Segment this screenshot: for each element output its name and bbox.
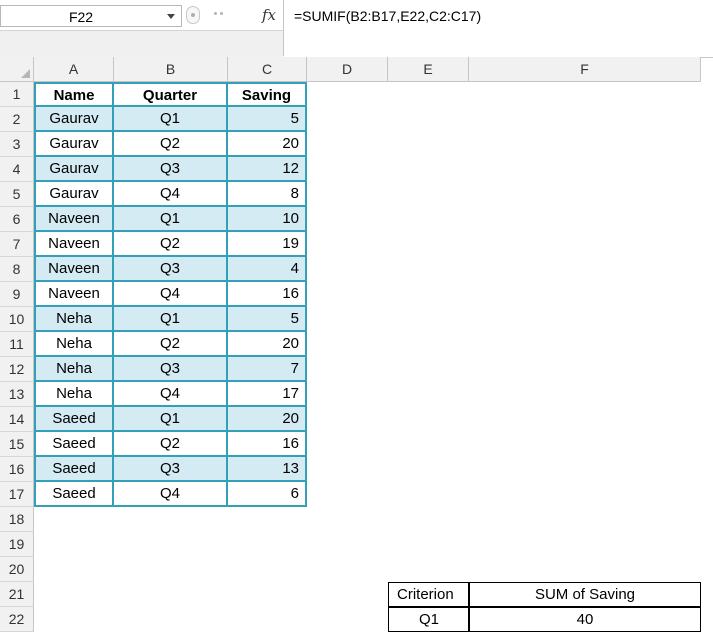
row-header-8[interactable]: 8 [0,257,34,282]
formula-bar-spacer [0,30,283,57]
table-cell[interactable]: 16 [228,282,307,307]
table-header-cell[interactable]: Name [34,82,114,107]
table-cell[interactable]: 16 [228,432,307,457]
table-cell[interactable]: Q4 [114,182,228,207]
column-header-d[interactable]: D [307,57,388,82]
spreadsheet-grid[interactable]: ABCDEF 1 2 3 4 5 6 7 8 9 10 11 12 13 14 15 16 17 18 19 20 21… [0,57,713,637]
table-cell[interactable]: 10 [228,207,307,232]
row-header-12[interactable]: 12 [0,357,34,382]
table-cell[interactable]: Naveen [34,207,114,232]
row-header-5[interactable]: 5 [0,182,34,207]
column-header-a[interactable]: A [34,57,114,82]
row-header-4[interactable]: 4 [0,157,34,182]
table-cell[interactable]: 19 [228,232,307,257]
sum-label-cell[interactable]: SUM of Saving [469,582,701,607]
table-cell[interactable]: 20 [228,407,307,432]
column-header-c[interactable]: C [228,57,307,82]
table-cell[interactable]: Q4 [114,282,228,307]
criterion-label-cell[interactable]: Criterion [388,582,469,607]
table-cell[interactable]: Q2 [114,332,228,357]
sum-value-cell[interactable]: 40 [469,607,701,632]
column-header-e[interactable]: E [388,57,469,82]
row-header-21[interactable]: 21 [0,582,34,607]
table-cell[interactable]: Gaurav [34,182,114,207]
criterion-value-cell[interactable]: Q1 [388,607,469,632]
table-cell[interactable]: Q4 [114,382,228,407]
table-cell[interactable]: Saeed [34,457,114,482]
resize-grip-icon[interactable] [186,6,200,24]
row-header-17[interactable]: 17 [0,482,34,507]
row-header-13[interactable]: 13 [0,382,34,407]
row-header-6[interactable]: 6 [0,207,34,232]
table-cell[interactable]: Q4 [114,482,228,507]
row-header-15[interactable]: 15 [0,432,34,457]
row-header-22[interactable]: 22 [0,607,34,632]
row-header-10[interactable]: 10 [0,307,34,332]
table-cell[interactable]: 5 [228,307,307,332]
table-cell[interactable]: Naveen [34,257,114,282]
row-header-20[interactable]: 20 [0,557,34,582]
row-header-1[interactable]: 1 [0,82,34,107]
table-cell[interactable]: Gaurav [34,132,114,157]
table-cell[interactable]: 13 [228,457,307,482]
table-cell[interactable]: Neha [34,357,114,382]
table-cell[interactable]: Q3 [114,357,228,382]
table-cell[interactable]: Q3 [114,257,228,282]
row-header-19[interactable]: 19 [0,532,34,557]
separator-dot-icon [214,12,217,15]
table-cell[interactable]: Saeed [34,482,114,507]
row-header-16[interactable]: 16 [0,457,34,482]
column-header-b[interactable]: B [114,57,228,82]
table-cell[interactable]: Q2 [114,132,228,157]
table-cell[interactable]: Saeed [34,407,114,432]
separator-dot-icon [220,12,223,15]
table-cell[interactable]: 8 [228,182,307,207]
table-cell[interactable]: Naveen [34,232,114,257]
table-cell[interactable]: 7 [228,357,307,382]
row-header-9[interactable]: 9 [0,282,34,307]
table-cell[interactable]: 20 [228,132,307,157]
insert-function-icon[interactable]: fx [262,6,276,24]
row-header-11[interactable]: 11 [0,332,34,357]
table-cell[interactable]: Q2 [114,232,228,257]
table-cell[interactable]: Q3 [114,457,228,482]
table-cell[interactable]: 4 [228,257,307,282]
chevron-down-icon[interactable] [167,14,175,19]
select-all-icon [21,69,30,78]
row-header-2[interactable]: 2 [0,107,34,132]
table-header-cell[interactable]: Quarter [114,82,228,107]
formula-text: =SUMIF(B2:B17,E22,C2:C17) [294,8,482,24]
table-cell[interactable]: Neha [34,307,114,332]
table-cell[interactable]: Q1 [114,107,228,132]
table-cell[interactable]: Q2 [114,432,228,457]
table-cell[interactable]: 20 [228,332,307,357]
table-cell[interactable]: 12 [228,157,307,182]
table-cell[interactable]: Naveen [34,282,114,307]
table-cell[interactable]: Neha [34,332,114,357]
table-cell[interactable]: 6 [228,482,307,507]
row-header-18[interactable]: 18 [0,507,34,532]
table-cell[interactable]: Gaurav [34,107,114,132]
formula-input[interactable]: =SUMIF(B2:B17,E22,C2:C17) [283,0,713,56]
table-cell[interactable]: Gaurav [34,157,114,182]
row-header-3[interactable]: 3 [0,132,34,157]
table-cell[interactable]: Neha [34,382,114,407]
name-box-value: F22 [68,9,94,25]
table-header-cell[interactable]: Saving [228,82,307,107]
select-all-button[interactable] [0,57,34,82]
table-cell[interactable]: 5 [228,107,307,132]
table-cell[interactable]: Q1 [114,207,228,232]
column-header-f[interactable]: F [469,57,701,82]
table-cell[interactable]: Q1 [114,307,228,332]
formula-bar-area: F22 fx =SUMIF(B2:B17,E22,C2:C17) [0,0,713,58]
table-cell[interactable]: Saeed [34,432,114,457]
row-header-14[interactable]: 14 [0,407,34,432]
table-cell[interactable]: 17 [228,382,307,407]
name-box[interactable]: F22 [0,5,182,27]
table-cell[interactable]: Q3 [114,157,228,182]
row-header-7[interactable]: 7 [0,232,34,257]
table-cell[interactable]: Q1 [114,407,228,432]
